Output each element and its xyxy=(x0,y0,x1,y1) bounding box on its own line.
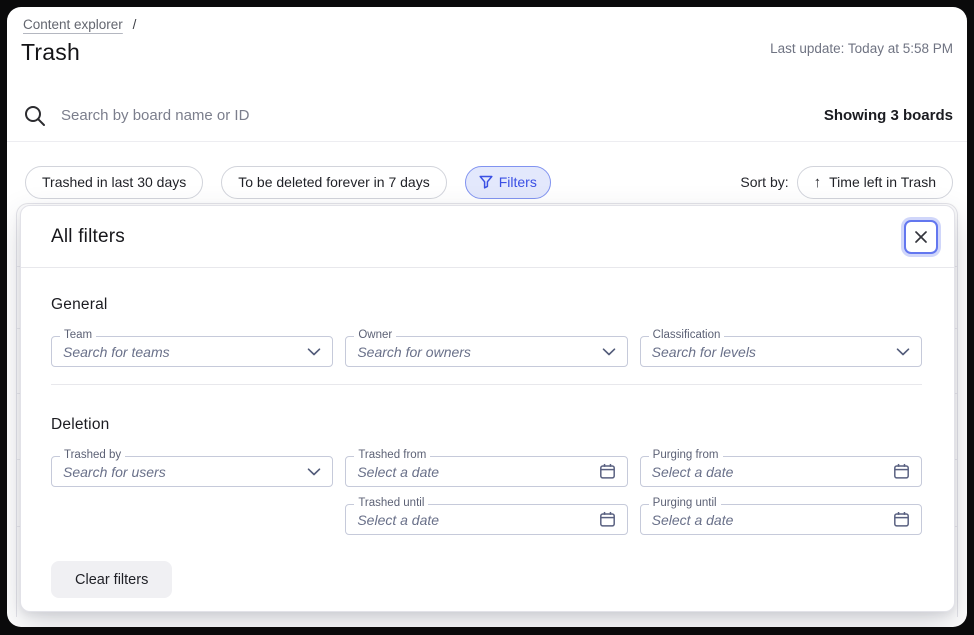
field-placeholder: Select a date xyxy=(652,512,893,528)
classification-select[interactable]: Classification Search for levels xyxy=(640,336,922,367)
breadcrumb-separator: / xyxy=(133,17,137,32)
modal-title: All filters xyxy=(51,226,125,248)
chip-label: To be deleted forever in 7 days xyxy=(238,174,429,190)
trashed-until-date-picker[interactable]: Trashed until Select a date xyxy=(345,504,627,535)
modal-header: All filters xyxy=(21,206,954,268)
field-label: Classification xyxy=(649,329,725,341)
field-placeholder: Search for users xyxy=(63,464,307,480)
field-placeholder: Select a date xyxy=(357,464,598,480)
owner-select[interactable]: Owner Search for owners xyxy=(345,336,627,367)
field-placeholder: Search for levels xyxy=(652,344,896,360)
section-heading-general: General xyxy=(51,296,922,314)
field-label: Purging from xyxy=(649,449,723,461)
chevron-down-icon xyxy=(307,468,321,476)
field-placeholder: Select a date xyxy=(652,464,893,480)
results-summary: Showing 3 boards xyxy=(824,107,953,124)
chevron-down-icon xyxy=(602,348,616,356)
calendar-icon xyxy=(599,511,616,528)
field-label: Purging until xyxy=(649,497,721,509)
field-label: Team xyxy=(60,329,96,341)
trashed-from-date-picker[interactable]: Trashed from Select a date xyxy=(345,456,627,487)
sort-chip-label: Time left in Trash xyxy=(829,174,936,190)
arrow-up-icon: ↑ xyxy=(814,175,822,190)
field-placeholder: Search for owners xyxy=(357,344,601,360)
breadcrumb: Content explorer / xyxy=(23,17,953,32)
chip-to-be-deleted-forever[interactable]: To be deleted forever in 7 days xyxy=(221,166,446,199)
field-placeholder: Select a date xyxy=(357,512,598,528)
section-divider xyxy=(51,384,922,385)
general-fields: Team Search for teams Owner Search for o… xyxy=(51,336,922,367)
close-button[interactable] xyxy=(904,220,938,254)
calendar-icon xyxy=(599,463,616,480)
funnel-icon xyxy=(479,175,493,189)
chip-filters[interactable]: Filters xyxy=(465,166,551,199)
clear-filters-button[interactable]: Clear filters xyxy=(51,561,172,598)
calendar-icon xyxy=(893,511,910,528)
last-update-text: Last update: Today at 5:58 PM xyxy=(770,41,953,56)
field-placeholder: Search for teams xyxy=(63,344,307,360)
search-bar: Showing 3 boards xyxy=(7,90,967,142)
field-label: Trashed until xyxy=(354,497,428,509)
search-input[interactable] xyxy=(47,107,824,124)
section-heading-deletion: Deletion xyxy=(51,416,922,434)
chip-label: Filters xyxy=(499,174,537,190)
modal-body: General Team Search for teams Owner Sear… xyxy=(21,296,954,598)
field-label: Trashed from xyxy=(354,449,430,461)
close-icon xyxy=(914,230,928,244)
breadcrumb-link-content-explorer[interactable]: Content explorer xyxy=(23,17,123,32)
chip-trashed-last-30-days[interactable]: Trashed in last 30 days xyxy=(25,166,203,199)
chip-label: Trashed in last 30 days xyxy=(42,174,186,190)
app-window: Content explorer / Trash Last update: To… xyxy=(7,7,967,627)
field-label: Owner xyxy=(354,329,396,341)
purging-until-date-picker[interactable]: Purging until Select a date xyxy=(640,504,922,535)
field-label: Trashed by xyxy=(60,449,125,461)
all-filters-modal: All filters General Team Search for team… xyxy=(20,205,955,612)
search-icon xyxy=(23,104,47,128)
filter-bar: Trashed in last 30 days To be deleted fo… xyxy=(7,158,967,206)
sort-chip-time-left-in-trash[interactable]: ↑ Time left in Trash xyxy=(797,166,953,199)
sort-by-label: Sort by: xyxy=(740,174,788,190)
trashed-by-select[interactable]: Trashed by Search for users xyxy=(51,456,333,487)
chevron-down-icon xyxy=(307,348,321,356)
deletion-fields: Trashed by Search for users Trashed from… xyxy=(51,456,922,535)
team-select[interactable]: Team Search for teams xyxy=(51,336,333,367)
chevron-down-icon xyxy=(896,348,910,356)
page-header: Content explorer / Trash Last update: To… xyxy=(23,17,953,66)
purging-from-date-picker[interactable]: Purging from Select a date xyxy=(640,456,922,487)
calendar-icon xyxy=(893,463,910,480)
